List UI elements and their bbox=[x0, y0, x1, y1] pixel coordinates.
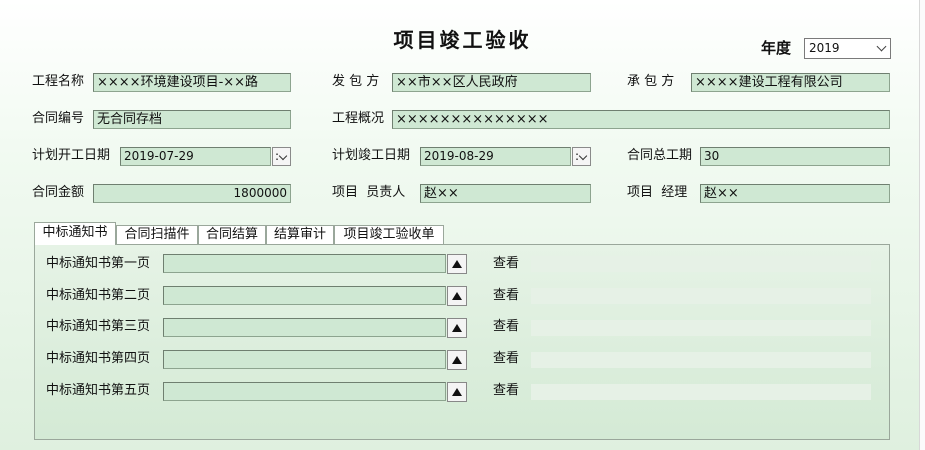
chevron-down-icon bbox=[876, 41, 887, 52]
tab-contract-scan[interactable]: 合同扫描件 bbox=[116, 225, 198, 244]
contractor-label: 承 包 方 bbox=[627, 74, 675, 89]
plan-end-dropdown[interactable] bbox=[572, 147, 591, 166]
view-link-page-1[interactable]: 查看 bbox=[493, 255, 519, 273]
contractor-field[interactable]: ××××建设工程有限公司 bbox=[691, 73, 890, 92]
tab-award-notice[interactable]: 中标通知书 bbox=[34, 222, 116, 245]
project-name-field[interactable]: ××××环境建设项目-××路 bbox=[93, 73, 291, 92]
view-link-page-3[interactable]: 查看 bbox=[493, 318, 519, 336]
view-link-page-2[interactable]: 查看 bbox=[493, 287, 519, 305]
amount-field[interactable]: 1800000 bbox=[93, 184, 291, 203]
page-3-label: 中标通知书第三页 bbox=[46, 319, 151, 334]
page-5-label: 中标通知书第五页 bbox=[46, 383, 151, 398]
manager-label: 项目 经理 bbox=[627, 185, 688, 200]
page-4-field[interactable] bbox=[163, 350, 446, 369]
responsible-field[interactable]: 赵×× bbox=[420, 184, 591, 203]
year-value: 2019 bbox=[809, 41, 840, 55]
year-label: 年度 bbox=[761, 39, 792, 57]
plan-end-label: 计划竣工日期 bbox=[332, 148, 411, 163]
page-2-preview bbox=[531, 288, 871, 304]
plan-start-field[interactable]: 2019-07-29 bbox=[120, 147, 271, 166]
overview-field[interactable]: ×××××××××××××× bbox=[392, 110, 890, 129]
issuer-label: 发 包 方 bbox=[332, 74, 380, 89]
tab-settlement-audit[interactable]: 结算审计 bbox=[266, 225, 334, 244]
page-5-preview bbox=[531, 384, 871, 400]
project-name-label: 工程名称 bbox=[32, 74, 85, 89]
window-right-edge bbox=[919, 0, 925, 450]
overview-label: 工程概况 bbox=[332, 111, 385, 126]
responsible-label: 项目 员责人 bbox=[332, 185, 406, 200]
year-select[interactable]: 2019 bbox=[804, 38, 891, 59]
manager-field[interactable]: 赵×× bbox=[700, 184, 890, 203]
upload-icon[interactable] bbox=[447, 286, 467, 306]
view-link-page-5[interactable]: 查看 bbox=[493, 382, 519, 400]
page-2-label: 中标通知书第二页 bbox=[46, 288, 151, 303]
total-period-label: 合同总工期 bbox=[627, 148, 693, 163]
issuer-field[interactable]: ××市××区人民政府 bbox=[392, 73, 591, 92]
page-3-field[interactable] bbox=[163, 318, 446, 337]
page-4-preview bbox=[531, 352, 871, 368]
view-link-page-4[interactable]: 查看 bbox=[493, 350, 519, 368]
plan-start-dropdown[interactable] bbox=[272, 147, 291, 166]
page-3-preview bbox=[531, 320, 871, 336]
page-1-label: 中标通知书第一页 bbox=[46, 256, 151, 271]
tab-acceptance-form[interactable]: 项目竣工验收单 bbox=[334, 225, 444, 244]
total-period-field[interactable]: 30 bbox=[700, 147, 890, 166]
plan-end-field[interactable]: 2019-08-29 bbox=[420, 147, 571, 166]
upload-icon[interactable] bbox=[447, 254, 467, 274]
page-1-preview bbox=[531, 256, 871, 272]
upload-icon[interactable] bbox=[447, 350, 467, 370]
contract-no-field[interactable]: 无合同存档 bbox=[93, 110, 291, 129]
page-5-field[interactable] bbox=[163, 382, 446, 401]
upload-icon[interactable] bbox=[447, 318, 467, 338]
page-2-field[interactable] bbox=[163, 286, 446, 305]
plan-start-label: 计划开工日期 bbox=[32, 148, 111, 163]
contract-no-label: 合同编号 bbox=[32, 111, 85, 126]
page-1-field[interactable] bbox=[163, 254, 446, 273]
upload-icon[interactable] bbox=[447, 382, 467, 402]
amount-label: 合同金额 bbox=[32, 185, 85, 200]
page-4-label: 中标通知书第四页 bbox=[46, 351, 151, 366]
tab-contract-settlement[interactable]: 合同结算 bbox=[198, 225, 266, 244]
